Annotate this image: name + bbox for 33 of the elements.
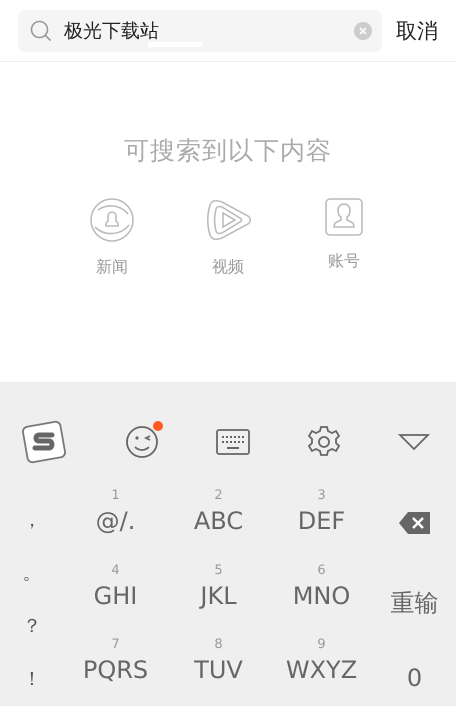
search-icon [30, 20, 52, 42]
wink-face-icon [125, 425, 159, 459]
settings-icon [307, 425, 341, 459]
letter-key[interactable]: 5 JKL [167, 556, 270, 632]
toolbar-button[interactable] [398, 433, 430, 451]
function-key[interactable]: 0 [406, 664, 422, 692]
play-icon [204, 197, 252, 243]
category-label[interactable]: 账号 [328, 251, 360, 272]
toolbar-button[interactable] [307, 425, 341, 459]
keyboard-icon [216, 429, 250, 455]
face-ring-icon [89, 197, 135, 243]
punctuation-key[interactable]: ， [22, 507, 42, 534]
function-key[interactable]: 重输 [390, 586, 438, 619]
category-label[interactable]: 视频 [212, 257, 244, 278]
punctuation-key[interactable]: ！ [22, 666, 42, 692]
collapse-triangle-icon [398, 433, 430, 451]
cancel-button[interactable]: 取消 [396, 16, 438, 44]
letter-key[interactable]: 3 DEF [270, 482, 373, 557]
letter-key[interactable]: 8 TUV [167, 631, 270, 706]
letter-key[interactable]: 2 ABC [167, 482, 270, 557]
letter-key[interactable]: 4 GHI [64, 556, 167, 632]
user-card-icon [324, 197, 364, 237]
letter-key[interactable]: 7 PQRS [64, 631, 167, 706]
search-field[interactable]: 极光下载站 [18, 10, 382, 52]
letter-key[interactable]: 9 WXYZ [270, 631, 373, 706]
category-label[interactable]: 新闻 [96, 257, 128, 278]
search-text: 极光下载站 [64, 18, 160, 44]
toolbar-button[interactable] [216, 429, 250, 455]
section-heading: 可搜索到以下内容 [124, 135, 332, 167]
letter-key[interactable]: 1 @/. [64, 482, 167, 557]
letter-key[interactable]: 6 MNO [270, 556, 373, 632]
punctuation-key[interactable]: 。 [22, 560, 42, 586]
punctuation-key[interactable]: ？ [22, 613, 42, 640]
